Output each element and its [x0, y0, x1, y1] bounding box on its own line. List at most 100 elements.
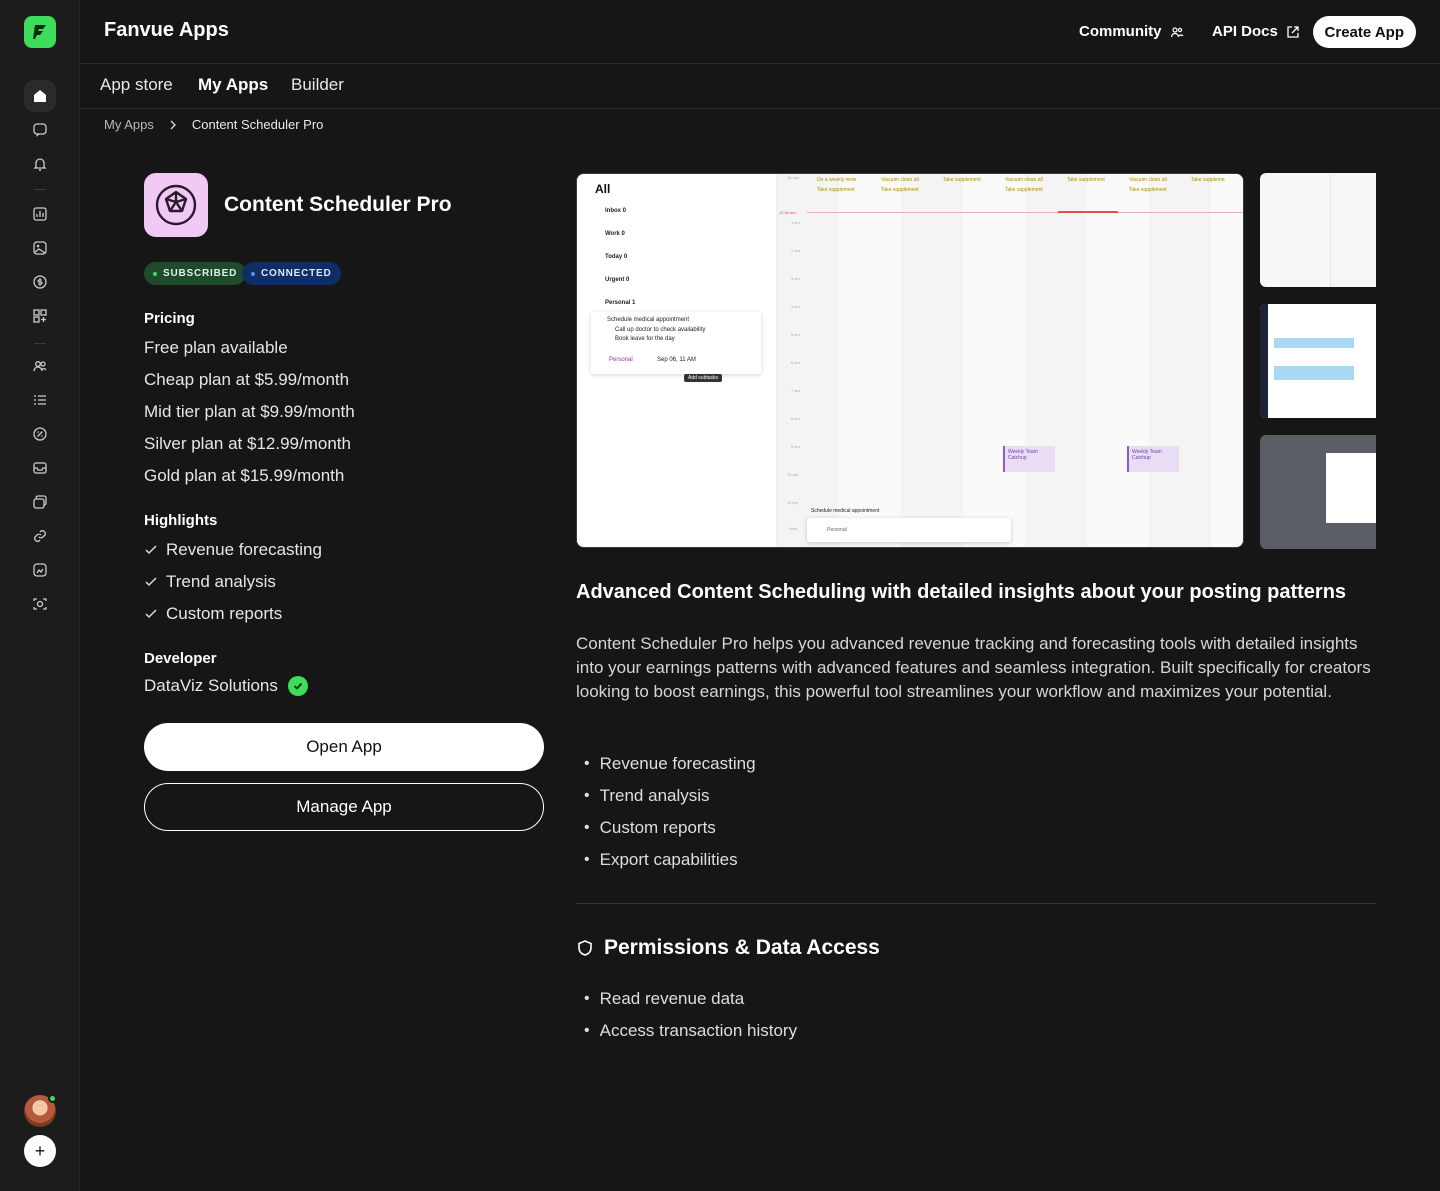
- dollar-icon[interactable]: [24, 266, 56, 298]
- screenshot-tooltip: Add subtasks: [684, 374, 723, 382]
- tab-builder[interactable]: Builder: [291, 75, 344, 95]
- screenshot-list: Urgent 0: [605, 277, 630, 283]
- highlights-heading: Highlights: [144, 512, 218, 529]
- apps-icon[interactable]: [24, 300, 56, 332]
- screenshot-event: Do a weekly revie: [817, 177, 857, 183]
- users-icon[interactable]: [24, 350, 56, 382]
- content-title: Advanced Content Scheduling with detaile…: [576, 581, 1347, 603]
- permission-item: Access transaction history: [584, 1021, 797, 1041]
- api-docs-link[interactable]: API Docs: [1212, 23, 1300, 40]
- rail-divider: [34, 343, 46, 344]
- community-icon: [1170, 26, 1183, 37]
- screenshot-sidebar-title: All: [595, 182, 611, 196]
- community-link[interactable]: Community: [1079, 23, 1184, 40]
- content-description: Content Scheduler Pro helps you advanced…: [576, 634, 1371, 701]
- online-status-dot: [48, 1094, 57, 1103]
- mail-icon[interactable]: [24, 452, 56, 484]
- screenshot-list: Today 0: [605, 254, 628, 260]
- thumbnail-event: [1274, 366, 1354, 380]
- screenshot-thumbnail[interactable]: [1260, 435, 1376, 549]
- developer-name[interactable]: DataViz Solutions: [144, 676, 278, 696]
- list-icon[interactable]: [24, 384, 56, 416]
- thumbnail-dialog: [1326, 453, 1376, 523]
- image-icon[interactable]: [24, 232, 56, 264]
- screenshot-thumbnail[interactable]: [1260, 173, 1376, 287]
- screenshot-event: Take supplement: [881, 187, 919, 193]
- scan-icon[interactable]: [24, 588, 56, 620]
- pricing-heading: Pricing: [144, 310, 195, 327]
- rail-divider: [34, 189, 46, 190]
- screenshot-time: Now: [789, 526, 798, 531]
- screenshot-meeting-title: Weekly Team Catchup: [1008, 449, 1038, 461]
- screenshot-meeting: Weekly Team Catchup: [1003, 446, 1055, 472]
- check-icon: [145, 577, 157, 587]
- pricing-item: Silver plan at $12.99/month: [144, 434, 351, 453]
- status-dot: [251, 271, 255, 276]
- top-header: Fanvue Apps Community API Docs Create Ap…: [80, 0, 1440, 64]
- thumbnail-sidebar: [1260, 304, 1268, 418]
- permission-label: Read revenue data: [599, 989, 745, 1008]
- screenshot-sidebar: All Inbox 0 Work 0 Today 0 Urgent 0 Pers…: [577, 174, 777, 547]
- feature-label: Custom reports: [599, 818, 716, 837]
- screenshot-time: 2 am: [791, 248, 800, 253]
- fanvue-logo[interactable]: [24, 16, 56, 48]
- link-icon[interactable]: [24, 520, 56, 552]
- screenshot-thumbnail[interactable]: [1260, 304, 1376, 418]
- manage-app-button[interactable]: Manage App: [144, 783, 544, 831]
- percent-icon[interactable]: [24, 418, 56, 450]
- feature-label: Revenue forecasting: [599, 754, 756, 773]
- layers-icon[interactable]: [24, 486, 56, 518]
- screenshot-time: 9 am: [791, 444, 800, 449]
- screenshot-bottom-tag: Personal: [827, 527, 847, 533]
- gallery-icon[interactable]: [24, 554, 56, 586]
- feature-item: Export capabilities: [584, 850, 738, 870]
- chart-icon[interactable]: [24, 198, 56, 230]
- feature-item: Revenue forecasting: [584, 754, 756, 774]
- highlight-item: Revenue forecasting: [144, 540, 322, 560]
- bell-icon[interactable]: [24, 148, 56, 180]
- screenshot-meeting-title: Weekly Team Catchup: [1132, 449, 1162, 461]
- sidebar-rail: +: [0, 0, 80, 1191]
- screenshot-event: Take supplement: [817, 187, 855, 193]
- add-button[interactable]: +: [24, 1135, 56, 1167]
- developer-row: DataViz Solutions: [144, 676, 308, 696]
- current-time-line: [807, 212, 1243, 213]
- external-link-icon: [1287, 25, 1299, 38]
- tab-my-apps[interactable]: My Apps: [198, 75, 268, 95]
- screenshot-event: Take supplement: [1129, 187, 1167, 193]
- pricing-item: Gold plan at $15.99/month: [144, 466, 345, 485]
- tab-app-store[interactable]: App store: [100, 75, 173, 95]
- feature-label: Trend analysis: [599, 786, 710, 805]
- highlight-item: Trend analysis: [144, 572, 276, 592]
- pricing-item: Cheap plan at $5.99/month: [144, 370, 350, 389]
- chat-icon[interactable]: [24, 114, 56, 146]
- screenshot-task-title: Schedule medical appointment: [607, 317, 690, 323]
- create-app-button[interactable]: Create App: [1312, 16, 1416, 48]
- screenshot-event: Take supplement: [1005, 187, 1043, 193]
- home-icon[interactable]: [24, 80, 56, 112]
- thumbnail-divider: [1330, 173, 1331, 287]
- feature-label: Export capabilities: [599, 850, 738, 869]
- app-icon: [144, 173, 208, 237]
- app-screenshot-main[interactable]: All Inbox 0 Work 0 Today 0 Urgent 0 Pers…: [576, 173, 1244, 548]
- open-app-button[interactable]: Open App: [144, 723, 544, 771]
- screenshot-time: 12:34 am: [779, 210, 796, 215]
- developer-heading: Developer: [144, 650, 217, 667]
- screenshot-time: 5 am: [791, 332, 800, 337]
- screenshot-subtask: Book leave for the day: [615, 336, 675, 342]
- screenshot-subtask: Call up doctor to check availability: [615, 327, 706, 333]
- section-divider: [576, 903, 1376, 904]
- screenshot-calendar: Do a weekly revie Vacuum clean all Take …: [777, 174, 1243, 547]
- screenshot-event: Vacuum clean all: [881, 177, 919, 183]
- app-title: Fanvue Apps: [104, 19, 229, 41]
- avatar[interactable]: [24, 1094, 57, 1127]
- chevron-right-icon: [170, 120, 176, 129]
- breadcrumb-my-apps[interactable]: My Apps: [104, 117, 154, 132]
- screenshot-time: All day: [787, 175, 800, 180]
- screenshot-date: Sep 06, 11 AM: [657, 357, 696, 363]
- sub-navigation: App store My Apps Builder: [80, 64, 1440, 109]
- highlight-item: Custom reports: [144, 604, 282, 624]
- screenshot-event: Take supplement: [1067, 177, 1105, 183]
- pricing-item: Free plan available: [144, 338, 288, 357]
- highlight-label: Trend analysis: [166, 572, 276, 591]
